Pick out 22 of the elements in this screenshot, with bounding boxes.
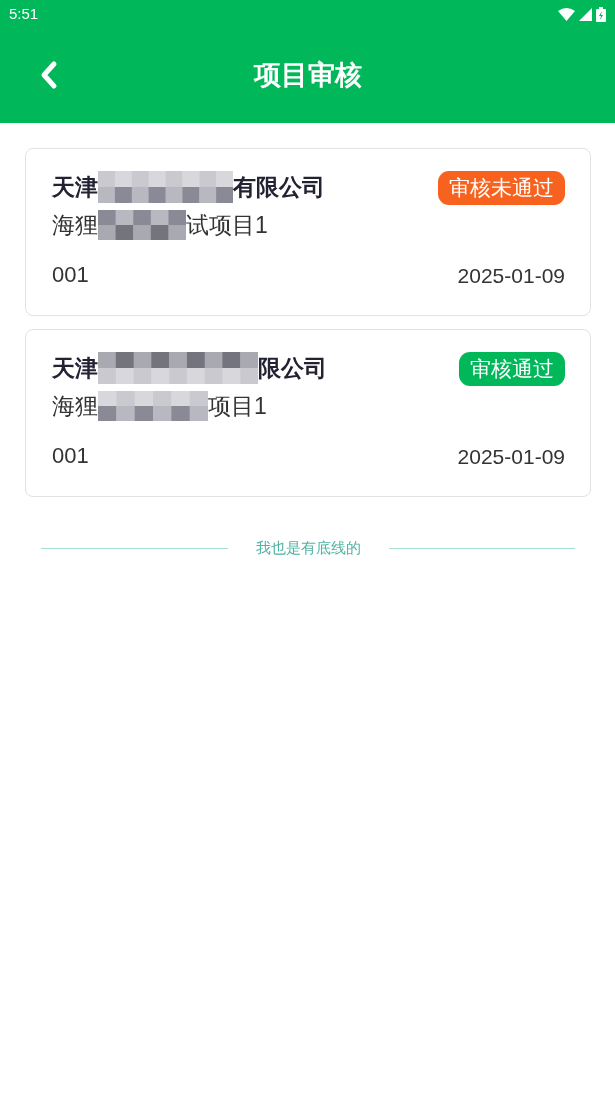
status-time: 5:51 [9, 3, 39, 24]
wifi-icon [558, 7, 575, 21]
project-name: 海狸 [52, 392, 98, 421]
project-name: 试项目1 [186, 211, 268, 240]
status-tag: 审核未通过 [438, 171, 565, 205]
company-name: 天津 [52, 354, 98, 383]
project-date: 2025-01-09 [457, 443, 565, 470]
project-code: 001 [52, 442, 89, 470]
page-title: 项目审核 [253, 59, 362, 93]
company-name: 有限公司 [233, 173, 325, 202]
company-name: 限公司 [258, 354, 327, 383]
project-name: 项目1 [208, 392, 267, 421]
project-card[interactable]: 天津 限公司 审核通过 海狸 项目1 001 2025-01-09 [25, 329, 591, 497]
project-card[interactable]: 天津 有限公司 审核未通过 海狸 试项目1 001 2025-01-09 [25, 148, 591, 316]
status-tag: 审核通过 [459, 352, 565, 386]
company-name: 天津 [52, 173, 98, 202]
project-name: 海狸 [52, 211, 98, 240]
project-code: 001 [52, 261, 89, 289]
project-date: 2025-01-09 [457, 262, 565, 289]
battery-icon [596, 6, 606, 22]
end-of-list-text: 我也是有底线的 [254, 538, 362, 558]
signal-icon [579, 7, 592, 21]
